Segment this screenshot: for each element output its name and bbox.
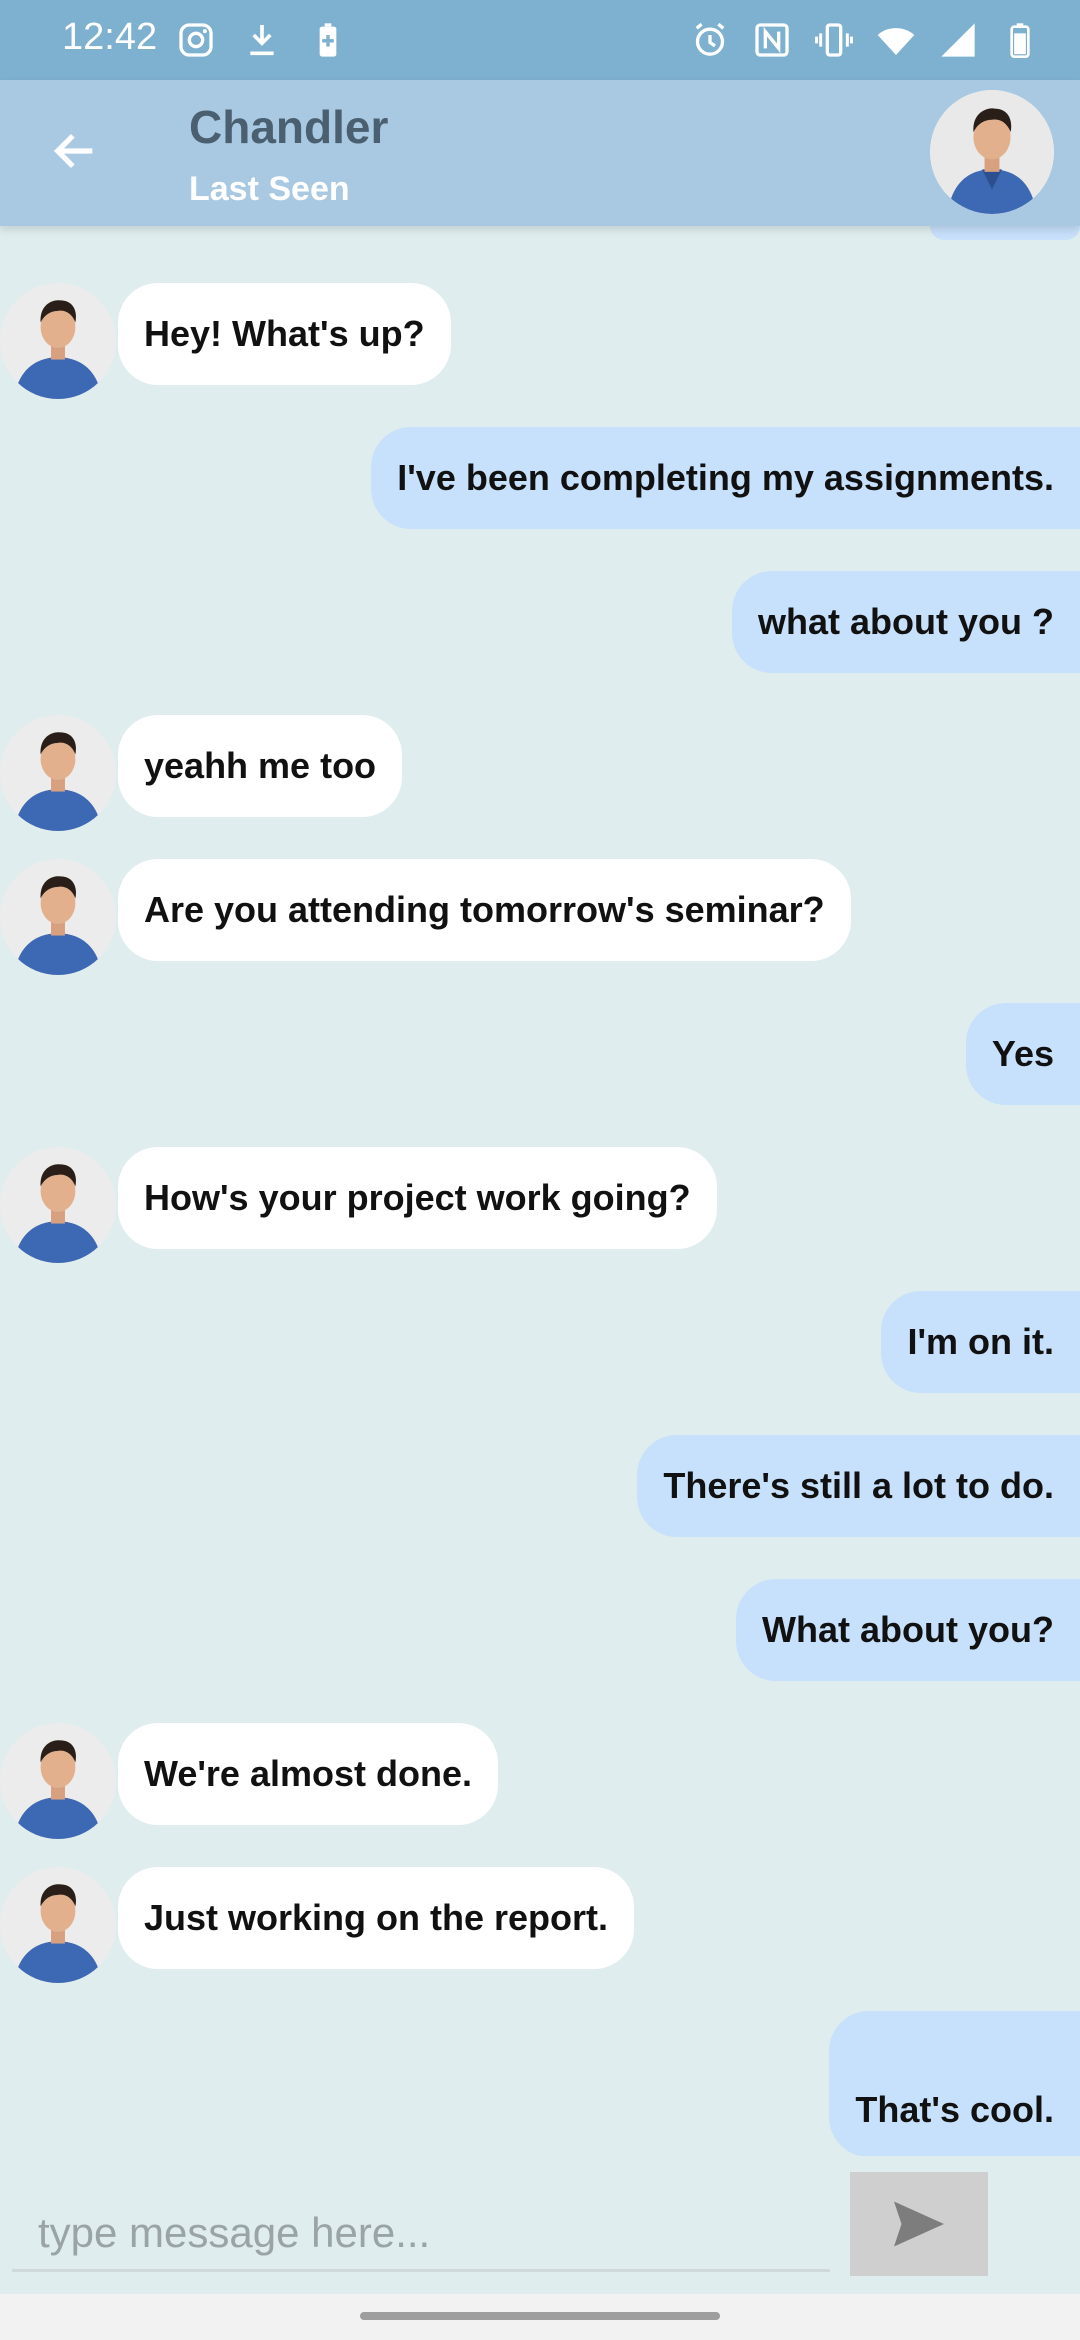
message-bubble-outgoing[interactable]: What about you? <box>736 1579 1080 1681</box>
person-avatar-icon <box>0 1147 116 1263</box>
message-row-incoming: Hey! What's up? <box>0 283 1080 399</box>
battery-saver-icon <box>308 18 348 62</box>
message-row-outgoing: what about you ? <box>0 571 1080 673</box>
message-row-outgoing: I'm on it. <box>0 1291 1080 1393</box>
message-list[interactable]: Hey! What's up? I've been completing my … <box>0 226 1080 2156</box>
contact-avatar[interactable] <box>930 90 1054 214</box>
message-bubble-outgoing[interactable]: There's still a lot to do. <box>637 1435 1080 1537</box>
message-bubble-outgoing[interactable]: I'm on it. <box>881 1291 1080 1393</box>
download-icon <box>242 18 282 62</box>
person-avatar-icon <box>0 1867 116 1983</box>
status-time: 12:42 <box>62 16 158 58</box>
person-avatar-icon <box>0 1723 116 1839</box>
message-bubble-incoming[interactable]: Are you attending tomorrow's seminar? <box>118 859 851 961</box>
message-bubble-incoming[interactable]: How's your project work going? <box>118 1147 717 1249</box>
back-button[interactable] <box>40 116 110 186</box>
sender-avatar <box>0 715 116 831</box>
instagram-icon <box>176 18 216 62</box>
message-bubble-incoming[interactable]: We're almost done. <box>118 1723 498 1825</box>
message-row-incoming: How's your project work going? <box>0 1147 1080 1263</box>
message-composer <box>0 2156 1080 2286</box>
status-bar: 12:42 <box>0 0 1080 80</box>
signal-icon <box>938 18 978 62</box>
message-row-outgoing: That's cool. <box>0 2011 1080 2156</box>
message-row-incoming: Are you attending tomorrow's seminar? <box>0 859 1080 975</box>
sender-avatar <box>0 283 116 399</box>
message-row-outgoing: I've been completing my assignments. <box>0 427 1080 529</box>
message-row-outgoing: What about you? <box>0 1579 1080 1681</box>
alarm-icon <box>690 18 730 62</box>
message-input[interactable] <box>12 2196 830 2272</box>
sender-avatar <box>0 1147 116 1263</box>
message-bubble-outgoing[interactable]: I've been completing my assignments. <box>371 427 1080 529</box>
message-row-incoming: Just working on the report. <box>0 1867 1080 1983</box>
person-avatar-icon <box>0 715 116 831</box>
home-indicator[interactable] <box>360 2312 720 2320</box>
message-bubble-outgoing[interactable]: Yes <box>965 1003 1080 1105</box>
message-bubble-incoming[interactable]: yeahh me too <box>118 715 403 817</box>
message-row-incoming: We're almost done. <box>0 1723 1080 1839</box>
message-bubble-incoming[interactable]: Hey! What's up? <box>118 283 451 385</box>
last-seen-status: Last Seen <box>189 170 350 208</box>
message-row-incoming: yeahh me too <box>0 715 1080 831</box>
message-bubble-outgoing[interactable]: what about you ? <box>732 571 1080 673</box>
message-bubble-outgoing[interactable]: That's cool. <box>829 2011 1080 2156</box>
person-avatar-icon <box>0 283 116 399</box>
message-row-outgoing: Yes <box>0 1003 1080 1105</box>
contact-name: Chandler <box>189 101 389 153</box>
arrow-left-icon <box>53 133 93 169</box>
wifi-icon <box>876 18 916 62</box>
send-icon <box>894 2201 944 2247</box>
sender-avatar <box>0 859 116 975</box>
send-button[interactable] <box>850 2172 988 2276</box>
battery-icon <box>1000 18 1040 62</box>
nfc-icon <box>752 18 792 62</box>
system-nav-bar <box>0 2294 1080 2340</box>
message-row-outgoing: There's still a lot to do. <box>0 1435 1080 1537</box>
chat-header: Chandler Last Seen <box>0 80 1080 226</box>
message-bubble-partial <box>930 226 1080 240</box>
sender-avatar <box>0 1867 116 1983</box>
person-avatar-icon <box>0 859 116 975</box>
vibrate-icon <box>814 18 854 62</box>
message-bubble-incoming[interactable]: Just working on the report. <box>118 1867 635 1969</box>
sender-avatar <box>0 1723 116 1839</box>
person-avatar-icon <box>930 90 1054 214</box>
